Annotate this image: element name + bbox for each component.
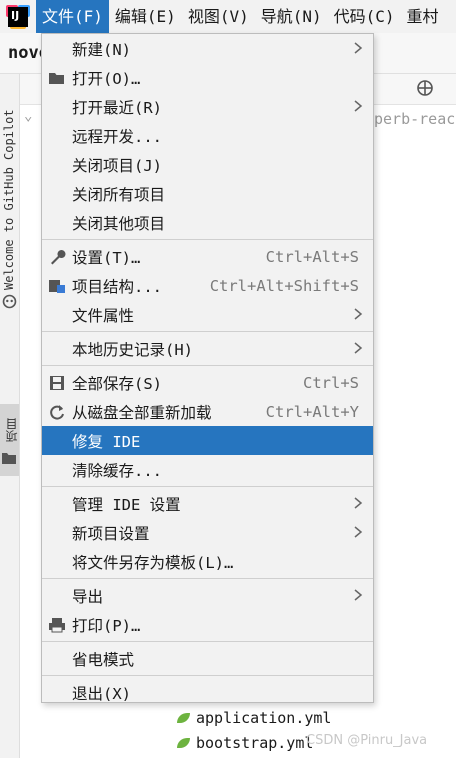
wrench-icon (48, 248, 66, 266)
menu-item[interactable]: 设置(T)… Ctrl+Alt+S (42, 242, 373, 271)
reload-icon (48, 403, 66, 421)
spring-leaf-icon (176, 711, 192, 725)
menu-item[interactable]: 管理 IDE 设置 (42, 489, 373, 518)
menu-item[interactable]: 导出 (42, 581, 373, 610)
chevron-right-icon (351, 98, 365, 114)
menu-item-label: 省电模式 (72, 650, 135, 669)
save-icon (48, 374, 66, 392)
file-menu-dropdown: 新建(N) 打开(O)… 打开最近(R) 远程开发... 关闭项目(J) 关闭所有项目 关闭… (41, 33, 374, 703)
menu-item-label: 清除缓存... (72, 461, 162, 480)
menu-code[interactable]: 代码(C) (328, 0, 401, 33)
intellij-logo-icon[interactable]: IJ (6, 4, 30, 29)
menu-item-label: 远程开发... (72, 127, 162, 146)
menu-item[interactable]: 关闭所有项目 (42, 179, 373, 208)
menu-edit[interactable]: 编辑(E) (109, 0, 182, 33)
menu-item[interactable]: 将文件另存为模板(L)… (42, 547, 373, 576)
menu-item-label: 打印(P)… (72, 616, 141, 635)
menu-item[interactable]: 文件属性 (42, 300, 373, 329)
menu-item[interactable]: 新项目设置 (42, 518, 373, 547)
menu-item-shortcut: Ctrl+Alt+Y (265, 402, 359, 421)
folder-icon (2, 453, 16, 464)
menu-item-label: 新项目设置 (72, 524, 150, 543)
menu-item[interactable]: 远程开发... (42, 121, 373, 150)
menu-separator (42, 675, 373, 676)
menu-item-shortcut: Ctrl+Alt+S (265, 247, 359, 266)
menu-separator (42, 331, 373, 332)
menu-item[interactable]: 关闭其他项目 (42, 208, 373, 237)
menu-item[interactable]: 全部保存(S) Ctrl+S (42, 368, 373, 397)
locate-target-icon[interactable] (416, 79, 434, 97)
menu-item-label: 将文件另存为模板(L)… (72, 553, 234, 572)
chevron-right-icon (351, 495, 365, 511)
menu-item[interactable]: 从磁盘全部重新加载 Ctrl+Alt+Y (42, 397, 373, 426)
project-tab-label: 项目 (5, 418, 19, 442)
copilot-icon (2, 294, 17, 309)
menu-view[interactable]: 视图(V) (182, 0, 255, 33)
menu-item[interactable]: 打开最近(R) (42, 92, 373, 121)
menu-item-label: 关闭项目(J) (72, 156, 162, 175)
menu-item[interactable]: 关闭项目(J) (42, 150, 373, 179)
menu-item[interactable]: 项目结构... Ctrl+Alt+Shift+S (42, 271, 373, 300)
menu-item-shortcut: Ctrl+S (303, 373, 359, 392)
menu-item-label: 导出 (72, 587, 104, 606)
menu-separator (42, 365, 373, 366)
menu-item-label: 修复 IDE (72, 432, 141, 451)
watermark: CSDN @Pinru_Java (306, 733, 428, 748)
menu-separator (42, 486, 373, 487)
github-copilot-tab[interactable]: Welcome to GitHub Copilot (2, 92, 16, 290)
menu-item-label: 关闭所有项目 (72, 185, 166, 204)
file-item[interactable]: bootstrap.yml (176, 732, 313, 754)
menu-refactor[interactable]: 重村 (401, 0, 445, 33)
file-name: bootstrap.yml (196, 734, 314, 752)
menu-item[interactable]: 退出(X) (42, 678, 373, 707)
spring-leaf-icon (176, 736, 192, 750)
code-fragment: perb-reac (374, 110, 456, 128)
folder-icon (48, 69, 66, 87)
menu-item[interactable]: 清除缓存... (42, 455, 373, 484)
menu-item-label: 管理 IDE 设置 (72, 495, 181, 514)
left-tool-strip: Welcome to GitHub Copilot 项目 (0, 74, 20, 758)
menu-item-label: 关闭其他项目 (72, 214, 166, 233)
menu-item[interactable]: 打开(O)… (42, 63, 373, 92)
print-icon (48, 616, 66, 634)
chevron-right-icon (351, 306, 365, 322)
file-name: application.yml (196, 709, 332, 727)
menu-bar: IJ 文件(F) 编辑(E) 视图(V) 导航(N) 代码(C) 重村 (0, 0, 456, 33)
menu-separator (42, 239, 373, 240)
menu-item-shortcut: Ctrl+Alt+Shift+S (209, 276, 359, 295)
menu-item[interactable]: 本地历史记录(H) (42, 334, 373, 363)
chevron-right-icon (351, 40, 365, 56)
menu-navigate[interactable]: 导航(N) (255, 0, 328, 33)
chevron-right-icon (351, 340, 365, 356)
menu-separator (42, 641, 373, 642)
chevron-right-icon (351, 524, 365, 540)
menu-item[interactable]: 新建(N) (42, 34, 373, 63)
menu-item[interactable]: 省电模式 (42, 644, 373, 673)
chevron-right-icon (351, 587, 365, 603)
menu-item-label: 退出(X) (72, 684, 131, 703)
menu-item-label: 本地历史记录(H) (72, 340, 193, 359)
project-structure-icon (48, 277, 66, 295)
file-item[interactable]: application.yml (176, 707, 331, 729)
menu-item-label: 打开(O)… (72, 69, 141, 88)
chevron-down-icon[interactable]: ⌄ (24, 108, 32, 124)
menu-item-label: 打开最近(R) (72, 98, 162, 117)
menu-separator (42, 578, 373, 579)
project-tool-tab[interactable]: 项目 (0, 404, 19, 476)
menu-item[interactable]: 打印(P)… (42, 610, 373, 639)
menu-item-label: 文件属性 (72, 306, 135, 325)
menu-item[interactable]: 修复 IDE (42, 426, 373, 455)
menu-item-label: 新建(N) (72, 40, 131, 59)
menu-file[interactable]: 文件(F) (36, 0, 109, 33)
